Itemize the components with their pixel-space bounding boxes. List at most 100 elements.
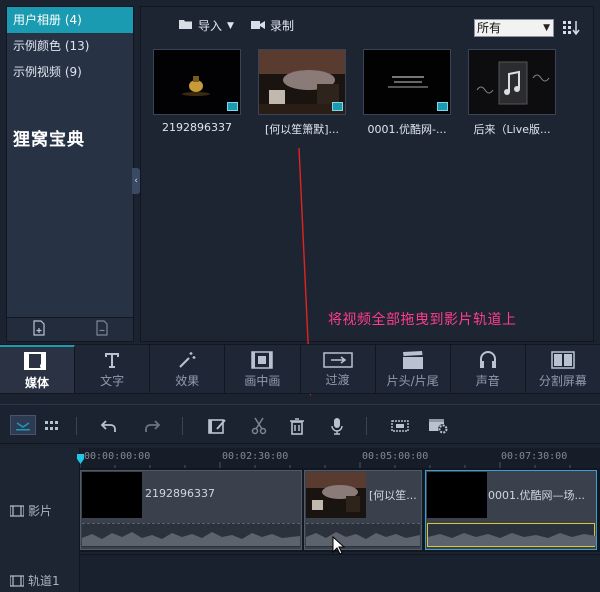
film-strip-icon	[10, 574, 24, 587]
tab-label: 过渡	[325, 372, 350, 387]
delete-button[interactable]	[288, 417, 306, 435]
filter-select[interactable]: 所有 ▼	[474, 19, 554, 37]
media-icon	[24, 351, 47, 370]
drag-hint-text: 将视频全部拖曳到影片轨道上	[328, 312, 517, 328]
import-button[interactable]: 导入 ▼	[179, 17, 234, 34]
split-screen-icon	[551, 350, 575, 369]
chevron-down-icon: ▼	[543, 23, 550, 33]
playhead-icon[interactable]	[77, 454, 85, 464]
microphone-icon	[331, 418, 343, 435]
timeline-toolbar	[0, 404, 600, 444]
trash-icon	[290, 418, 304, 435]
timeline-clip[interactable]: 2192896337	[80, 470, 302, 550]
text-icon	[105, 352, 120, 368]
timeline-clip-selected[interactable]: 0001.优酷网—场...	[425, 470, 597, 550]
film-strip-icon	[10, 504, 24, 517]
audio-waveform	[306, 523, 420, 547]
record-voice-button[interactable]	[328, 417, 346, 435]
edit-film-icon	[208, 419, 226, 434]
media-thumbnail[interactable]: 后来（Live版...	[468, 49, 556, 137]
media-thumbnail[interactable]: 2192896337	[153, 49, 241, 134]
clip-thumbnail	[82, 472, 142, 518]
library-panel: 用户相册 (4) 示例颜色 (13) 示例视频 (9) 狸窝宝典	[6, 6, 134, 342]
media-thumbnail[interactable]: [何以笙箫默]...	[258, 49, 346, 137]
tab-title-credits[interactable]: 片头/片尾	[376, 345, 451, 393]
overlay-track-label: 轨道1	[28, 574, 60, 588]
timeline-clip[interactable]: [何以笙...	[304, 470, 422, 550]
split-clip-button[interactable]	[250, 417, 268, 435]
overlay-track-header[interactable]: 轨道1	[10, 572, 60, 589]
tab-label: 效果	[175, 373, 200, 388]
video-badge-icon	[437, 102, 448, 111]
clip-thumbnail	[427, 472, 487, 518]
thumbnail-caption: [何以笙箫默]...	[264, 123, 340, 136]
camera-icon	[251, 19, 265, 33]
folder-icon	[179, 19, 193, 33]
undo-icon	[100, 420, 116, 432]
thumbnail-caption: 0001.优酷网-...	[367, 123, 447, 136]
gear-film-icon	[429, 419, 448, 434]
tab-label: 画中画	[244, 373, 281, 388]
collapse-panel-toggle[interactable]: ‹	[132, 168, 140, 194]
pip-icon	[251, 350, 274, 369]
record-label: 录制	[270, 19, 295, 33]
toolbar-divider	[182, 417, 183, 435]
undo-button[interactable]	[100, 417, 118, 435]
ruler-label: 00:07:30:00	[501, 451, 568, 462]
media-panel: 导入 ▼ 录制 所有 ▼ 2192896337 [何以笙箫默]... 0001.…	[140, 6, 594, 342]
tab-sound[interactable]: 声音	[451, 345, 526, 393]
timeline-view-button[interactable]	[10, 415, 36, 435]
thumbnail-image	[468, 49, 556, 115]
video-track-label: 影片	[28, 504, 53, 518]
fit-screen-icon	[391, 420, 409, 432]
tab-picture-in-picture[interactable]: 画中画	[225, 345, 301, 393]
media-toolbar: 导入 ▼ 录制 所有 ▼	[141, 7, 593, 43]
edit-clip-button[interactable]	[208, 417, 226, 435]
fit-project-button[interactable]	[390, 417, 409, 435]
settings-button[interactable]	[428, 417, 450, 435]
media-thumbnail[interactable]: 0001.优酷网-...	[363, 49, 451, 137]
filter-select-value: 所有	[477, 21, 502, 35]
tab-text[interactable]: 文字	[75, 345, 151, 393]
clapper-icon	[402, 350, 423, 369]
import-label: 导入	[198, 19, 223, 33]
thumbnail-caption: 2192896337	[162, 121, 232, 134]
toolbar-divider	[76, 417, 77, 435]
storyboard-view-icon	[45, 421, 58, 430]
record-button[interactable]: 录制	[251, 17, 294, 34]
timeline-ruler[interactable]: 00:00:00:00 00:02:30:00 00:05:00:00 00:0…	[77, 448, 600, 468]
ruler-label: 00:05:00:00	[362, 451, 429, 462]
clip-label: 0001.优酷网—场...	[488, 489, 585, 502]
effects-wand-icon	[179, 351, 196, 368]
redo-button[interactable]	[143, 417, 161, 435]
brand-text: 狸窝宝典	[13, 130, 85, 150]
scissors-icon	[251, 417, 267, 435]
add-library-icon[interactable]	[32, 320, 46, 339]
thumbnail-image	[363, 49, 451, 115]
transition-icon	[322, 351, 353, 368]
tab-effects[interactable]: 效果	[150, 345, 226, 393]
clip-label: 2192896337	[145, 487, 215, 500]
tab-label: 分割屏幕	[538, 373, 587, 388]
storyboard-view-button[interactable]	[44, 417, 62, 435]
library-item-sample-videos[interactable]: 示例视频 (9)	[7, 59, 133, 85]
clip-thumbnail	[306, 472, 366, 518]
library-footer	[7, 317, 133, 341]
toolbar-divider	[366, 417, 367, 435]
category-bar: 媒体 文字 效果 画中画 过渡 片头/片尾 声音 分割屏幕	[0, 344, 600, 394]
video-badge-icon	[227, 102, 238, 111]
tab-label: 媒体	[25, 375, 50, 390]
library-item-sample-colors[interactable]: 示例颜色 (13)	[7, 33, 133, 59]
tab-transition[interactable]: 过渡	[301, 345, 376, 393]
thumbnail-caption: 后来（Live版...	[473, 123, 551, 136]
video-badge-icon	[332, 102, 343, 111]
tab-media[interactable]: 媒体	[0, 345, 76, 393]
video-track-header[interactable]: 影片	[10, 502, 52, 519]
tab-split-screen[interactable]: 分割屏幕	[526, 345, 600, 393]
chevron-down-icon: ▼	[227, 20, 234, 31]
remove-library-icon[interactable]	[95, 320, 109, 339]
library-item-user-album[interactable]: 用户相册 (4)	[7, 7, 133, 33]
sort-icon[interactable]	[562, 19, 580, 37]
redo-icon	[145, 420, 161, 432]
overlay-track[interactable]	[80, 554, 600, 592]
